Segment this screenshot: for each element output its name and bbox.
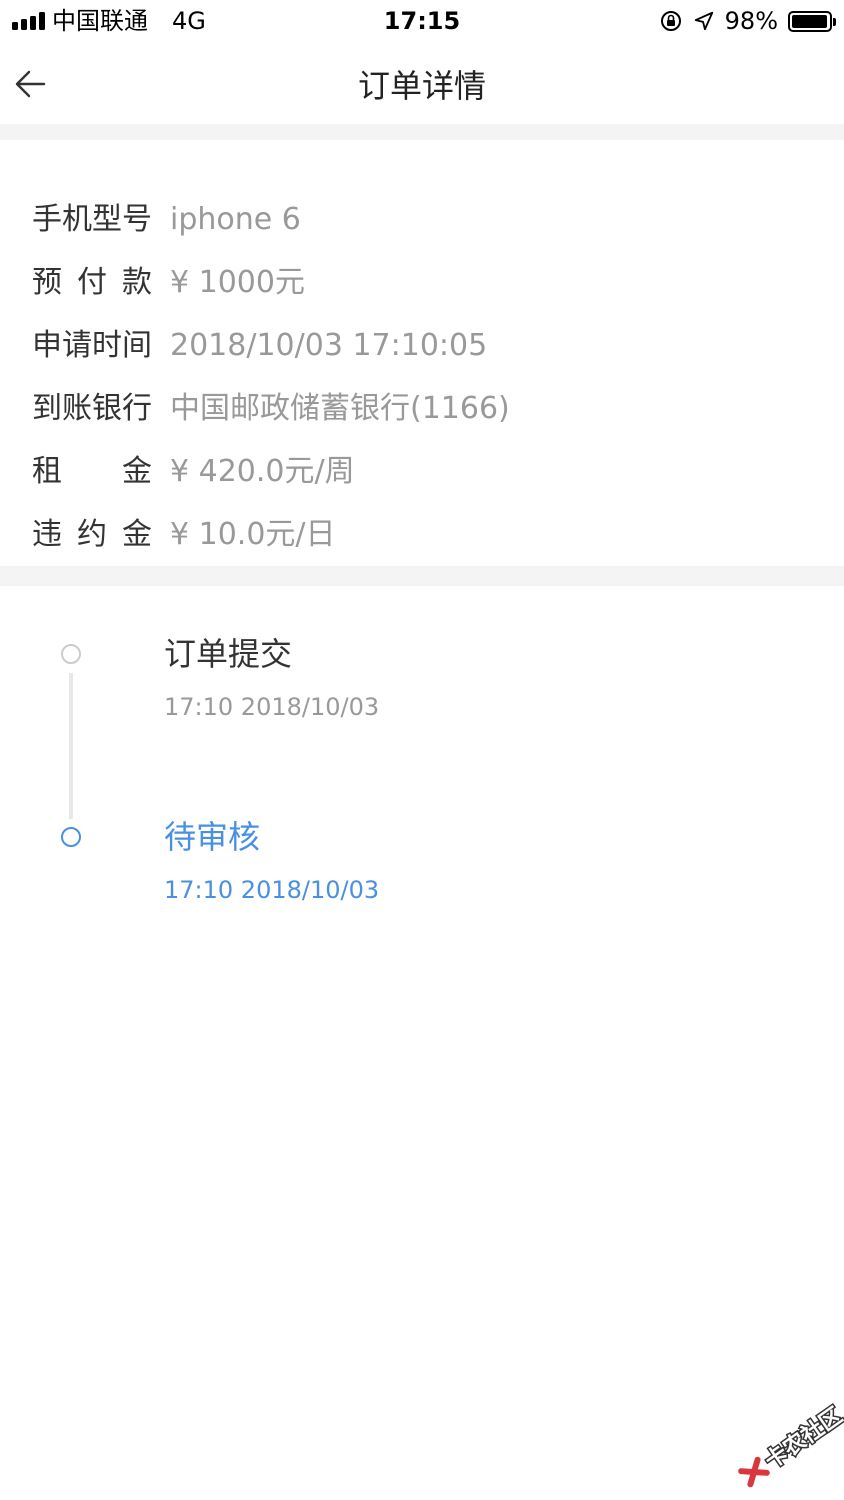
- timeline-step-time: 17:10 2018/10/03: [164, 876, 380, 904]
- info-row: 到账银行 中国邮政储蓄银行(1166): [0, 377, 844, 440]
- watermark-logo: 卡农社区: [738, 1401, 844, 1488]
- status-right-group: 98%: [659, 6, 836, 36]
- info-label: 预付款: [32, 264, 152, 300]
- info-label: 租金: [32, 453, 152, 489]
- timeline-connector: [69, 673, 73, 819]
- battery-fill: [792, 14, 828, 28]
- middle-divider: [0, 566, 844, 586]
- timeline-dot-pending: [61, 827, 81, 847]
- battery-percent: 98%: [724, 7, 778, 35]
- order-info-list: 手机型号 iphone 6 预付款 ¥ 1000元 申请时间 2018/10/03 17:…: [0, 188, 844, 566]
- timeline-dot-submitted: [61, 644, 81, 664]
- info-label: 申请时间: [32, 327, 152, 363]
- info-row: 预付款 ¥ 1000元: [0, 251, 844, 314]
- info-value: ¥ 1000元: [170, 264, 305, 300]
- info-row: 租金 ¥ 420.0元/周: [0, 440, 844, 503]
- info-label: 违约金: [32, 516, 152, 552]
- page-title: 订单详情: [357, 67, 486, 105]
- battery-icon: [788, 10, 836, 32]
- top-divider: [0, 124, 844, 140]
- info-row: 违约金 ¥ 10.0元/日: [0, 503, 844, 566]
- info-value: ¥ 420.0元/周: [170, 453, 355, 489]
- order-detail-page: 中国联通 4G 17:15 98% 订单详情 手机型号 iphone 6 预 付…: [0, 0, 844, 1500]
- location-arrow-icon: [694, 11, 713, 31]
- info-label: 到账银行: [32, 390, 152, 426]
- info-value: 中国邮政储蓄银行(1166): [170, 390, 510, 426]
- order-timeline: 订单提交 17:10 2018/10/03 待审核 17:10 2018/10/…: [0, 620, 844, 940]
- nav-bar: 订单详情: [0, 44, 844, 124]
- battery-cap: [833, 17, 836, 26]
- info-label: 手机型号: [32, 201, 152, 237]
- svg-text:卡农社区: 卡农社区: [760, 1403, 844, 1475]
- info-row: 申请时间 2018/10/03 17:10:05: [0, 314, 844, 377]
- info-value: iphone 6: [170, 201, 301, 237]
- info-value: ¥ 10.0元/日: [170, 516, 336, 552]
- rotation-lock-icon: [660, 11, 681, 31]
- info-value: 2018/10/03 17:10:05: [170, 327, 488, 363]
- timeline-step-time: 17:10 2018/10/03: [164, 693, 380, 721]
- info-row: 手机型号 iphone 6: [0, 188, 844, 251]
- timeline-step-title: 待审核: [164, 818, 261, 856]
- status-bar: 中国联通 4G 17:15 98%: [0, 0, 844, 44]
- timeline-step-title: 订单提交: [164, 635, 293, 673]
